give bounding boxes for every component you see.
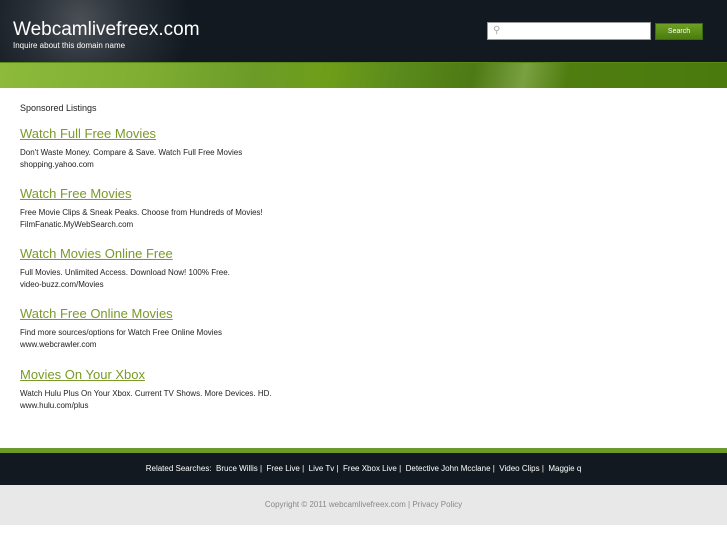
header: Webcamlivefreex.com Inquire about this d… xyxy=(0,0,727,62)
listing-title-link[interactable]: Watch Movies Online Free xyxy=(20,246,230,261)
site-title[interactable]: Webcamlivefreex.com xyxy=(13,19,200,41)
listing: Watch Free Movies Free Movie Clips & Sne… xyxy=(20,186,263,231)
related-link[interactable]: Detective John Mcclane xyxy=(406,464,491,473)
listing-description: Find more sources/options for Watch Free… xyxy=(20,328,223,337)
copyright-bar: Copyright © 2011 webcamlivefreex.com | P… xyxy=(0,485,727,525)
listing-url[interactable]: video-buzz.com/Movies xyxy=(20,279,230,291)
related-link[interactable]: Video Clips xyxy=(499,464,539,473)
listing: Watch Full Free Movies Don't Waste Money… xyxy=(20,126,242,171)
sponsored-label: Sponsored Listings xyxy=(20,103,97,113)
listing: Watch Free Online Movies Find more sourc… xyxy=(20,306,222,351)
privacy-policy-link[interactable]: Privacy Policy xyxy=(412,500,462,509)
search-button[interactable]: Search xyxy=(655,23,703,40)
related-link[interactable]: Free Xbox Live xyxy=(343,464,397,473)
listing: Watch Movies Online Free Full Movies. Un… xyxy=(20,246,230,291)
related-link[interactable]: Maggie q xyxy=(548,464,581,473)
decorative-banner xyxy=(0,62,727,88)
listing-url[interactable]: shopping.yahoo.com xyxy=(20,159,242,171)
inquire-link[interactable]: Inquire about this domain name xyxy=(13,41,125,50)
related-label: Related Searches: xyxy=(145,464,212,473)
listing-url[interactable]: FilmFanatic.MyWebSearch.com xyxy=(20,219,263,231)
listing-description: Free Movie Clips & Sneak Peaks. Choose f… xyxy=(20,208,263,217)
listing-title-link[interactable]: Watch Full Free Movies xyxy=(20,126,242,141)
listing-title-link[interactable]: Movies On Your Xbox xyxy=(20,367,272,382)
copyright-text: Copyright © 2011 webcamlivefreex.com xyxy=(264,500,406,509)
related-link[interactable]: Live Tv xyxy=(309,464,335,473)
listing-title-link[interactable]: Watch Free Movies xyxy=(20,186,263,201)
listing-url[interactable]: www.hulu.com/plus xyxy=(20,400,272,412)
magnifier-icon: ⚲ xyxy=(493,25,501,36)
listing-description: Don't Waste Money. Compare & Save. Watch… xyxy=(20,148,243,157)
listing-description: Full Movies. Unlimited Access. Download … xyxy=(20,268,230,277)
related-link[interactable]: Free Live xyxy=(267,464,300,473)
related-searches: Related Searches: Bruce Willis | Free Li… xyxy=(0,453,727,485)
listing-description: Watch Hulu Plus On Your Xbox. Current TV… xyxy=(20,389,272,398)
related-link[interactable]: Bruce Willis xyxy=(216,464,258,473)
listing: Movies On Your Xbox Watch Hulu Plus On Y… xyxy=(20,367,272,412)
listing-title-link[interactable]: Watch Free Online Movies xyxy=(20,306,222,321)
listing-url[interactable]: www.webcrawler.com xyxy=(20,339,222,351)
search-input[interactable] xyxy=(487,22,651,40)
